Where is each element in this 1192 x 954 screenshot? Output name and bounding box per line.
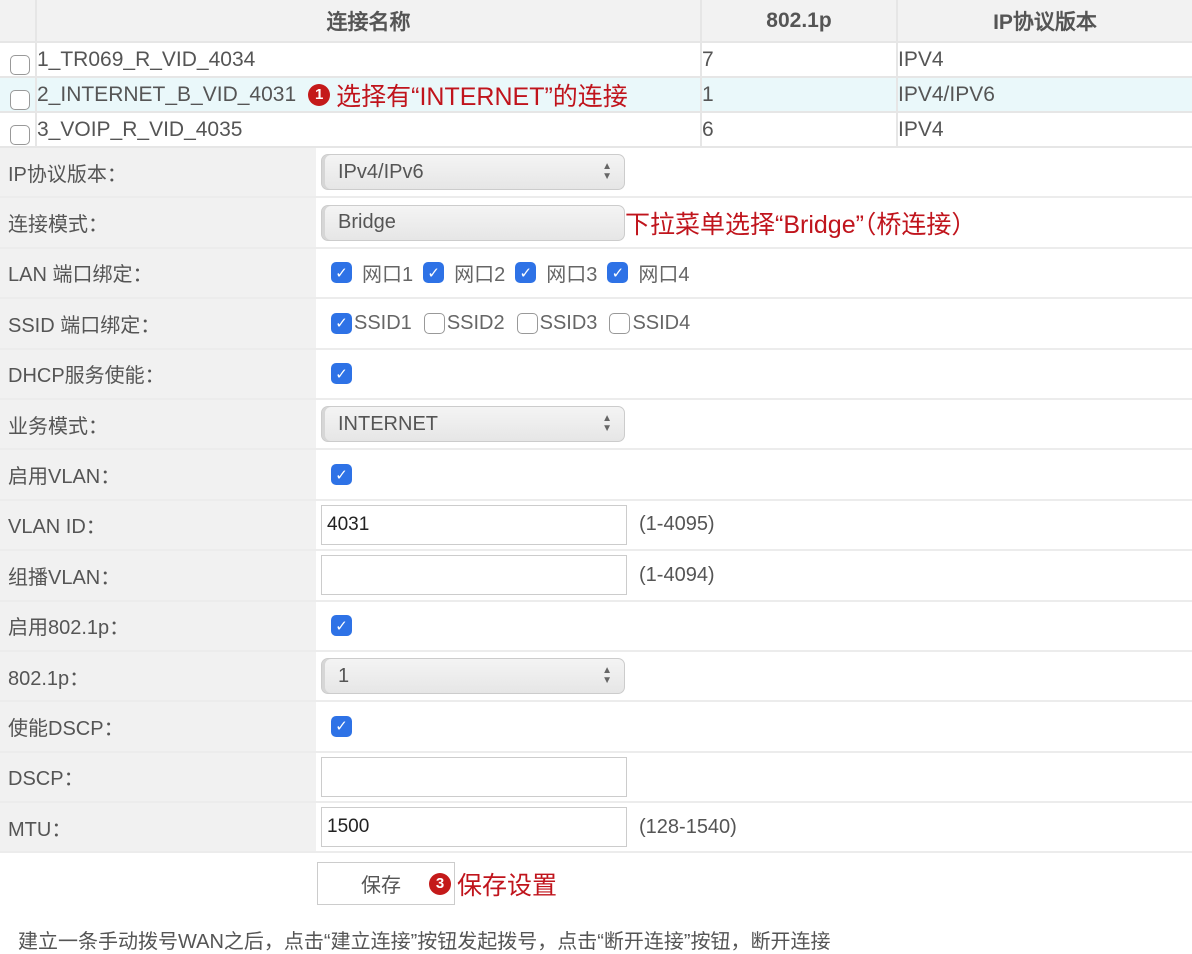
- ip-version-select[interactable]: IPv4/IPv6 ▲ ▼: [321, 154, 625, 191]
- save-label: 保存: [361, 875, 401, 897]
- lan2-label: 网口2: [454, 264, 506, 287]
- dhcp-label: DHCP服务使能：: [0, 349, 316, 398]
- dhcp-checkbox[interactable]: ✓: [331, 363, 352, 385]
- header-checkbox-col: [0, 0, 37, 41]
- conn-mode-label: 连接模式：: [0, 198, 316, 247]
- vlan-id-label: VLAN ID：: [0, 500, 316, 550]
- lan1-label: 网口1: [362, 264, 414, 287]
- row-8021p: 7: [702, 43, 898, 76]
- mtu-hint: (128-1540): [639, 815, 737, 838]
- table-row[interactable]: 1_TR069_R_VID_4034 7 IPV4: [0, 43, 1192, 78]
- annotation-text: 下拉菜单选择“Bridge”（桥连接）: [625, 210, 977, 239]
- ssid-binding-label: SSID 端口绑定：: [0, 299, 316, 348]
- mcast-vlan-input[interactable]: [321, 555, 627, 596]
- lan3-label: 网口3: [546, 264, 598, 287]
- service-mode-select[interactable]: INTERNET ▲ ▼: [321, 406, 625, 443]
- ssid4-label: SSID4: [632, 311, 691, 334]
- annotation-text: 选择有“INTERNET”的连接: [336, 82, 628, 111]
- lan1-checkbox[interactable]: ✓: [331, 262, 352, 284]
- ssid1-checkbox[interactable]: ✓: [331, 312, 352, 334]
- ip-version-label: IP协议版本：: [0, 148, 316, 197]
- connection-name[interactable]: 3_VOIP_R_VID_4035: [37, 118, 242, 142]
- mcast-vlan-hint: (1-4094): [639, 563, 715, 586]
- lan3-checkbox[interactable]: ✓: [515, 262, 537, 284]
- select-value: INTERNET: [338, 412, 438, 435]
- select-value: 1: [338, 664, 350, 687]
- lan-binding-label: LAN 端口绑定：: [0, 248, 316, 298]
- ssid3-label: SSID3: [539, 311, 598, 334]
- row-ip: IPV4: [898, 117, 944, 141]
- annotation-1: 1 选择有“INTERNET”的连接: [308, 77, 628, 113]
- vlan-enable-label: 启用VLAN：: [0, 450, 316, 499]
- wan-config-form: IP协议版本： IPv4/IPv6 ▲▼ 连接模式： Bridge 2下拉菜单选择…: [0, 148, 1192, 854]
- dscp-enable-checkbox[interactable]: ✓: [331, 715, 352, 737]
- row-checkbox[interactable]: [10, 125, 30, 145]
- connection-table: 连接名称 802.1p IP协议版本 1_TR069_R_VID_4034 7 …: [0, 0, 1192, 148]
- select-value: IPv4/IPv6: [338, 160, 424, 183]
- dscp-enable-label: 使能DSCP：: [0, 702, 316, 751]
- annotation-text: 保存设置: [457, 871, 558, 900]
- ssid2-checkbox[interactable]: [423, 312, 445, 334]
- row-ip: IPV4/IPV6: [898, 82, 995, 106]
- conn-mode-select[interactable]: Bridge: [321, 204, 625, 241]
- annotation-3: 3 保存设置: [429, 866, 557, 902]
- row-checkbox[interactable]: [10, 55, 30, 75]
- dscp-label: DSCP：: [0, 752, 316, 802]
- row-checkbox[interactable]: [10, 90, 30, 110]
- select-arrows-icon: ▲ ▼: [602, 161, 612, 183]
- 8021p-label: 802.1p：: [0, 651, 316, 701]
- connection-name[interactable]: 2_INTERNET_B_VID_4031: [37, 83, 296, 107]
- lan4-checkbox[interactable]: ✓: [607, 262, 629, 284]
- row-8021p: 1: [702, 78, 898, 111]
- ssid4-checkbox[interactable]: [609, 312, 631, 334]
- ssid3-checkbox[interactable]: [516, 312, 538, 334]
- annotation-2: 2下拉菜单选择“Bridge”（桥连接）: [597, 205, 976, 241]
- connection-name[interactable]: 1_TR069_R_VID_4034: [37, 48, 255, 72]
- lan2-checkbox[interactable]: ✓: [423, 262, 445, 284]
- table-row[interactable]: 2_INTERNET_B_VID_4031 1 选择有“INTERNET”的连接 …: [0, 78, 1192, 113]
- vlan-id-input[interactable]: 4031: [321, 504, 627, 545]
- table-row[interactable]: 3_VOIP_R_VID_4035 6 IPV4: [0, 113, 1192, 148]
- header-name: 连接名称: [37, 0, 702, 41]
- ssid1-label: SSID1: [354, 311, 412, 334]
- row-8021p: 6: [702, 113, 898, 146]
- mcast-vlan-label: 组播VLAN：: [0, 551, 316, 600]
- vlan-id-hint: (1-4095): [639, 513, 715, 536]
- mtu-label: MTU：: [0, 803, 316, 852]
- vlan-enable-checkbox[interactable]: ✓: [331, 464, 352, 486]
- mtu-input[interactable]: 1500: [321, 807, 627, 848]
- step-badge: 1: [308, 83, 331, 106]
- service-mode-label: 业务模式：: [0, 399, 316, 449]
- 8021p-enable-label: 启用802.1p：: [0, 601, 316, 650]
- step-badge: 3: [429, 872, 451, 895]
- ssid2-label: SSID2: [446, 311, 505, 334]
- select-arrows-icon: ▲ ▼: [602, 665, 612, 687]
- dscp-input[interactable]: [321, 756, 627, 797]
- header-ip-version: IP协议版本: [993, 10, 1097, 34]
- select-arrows-icon: ▲ ▼: [602, 413, 612, 435]
- row-ip: IPV4: [898, 47, 944, 71]
- header-8021p: 802.1p: [702, 0, 898, 41]
- 8021p-select[interactable]: 1 ▲ ▼: [321, 658, 625, 695]
- select-value: Bridge: [338, 211, 396, 234]
- table-header: 连接名称 802.1p IP协议版本: [0, 0, 1192, 43]
- lan4-label: 网口4: [638, 264, 690, 287]
- 8021p-enable-checkbox[interactable]: ✓: [331, 615, 352, 637]
